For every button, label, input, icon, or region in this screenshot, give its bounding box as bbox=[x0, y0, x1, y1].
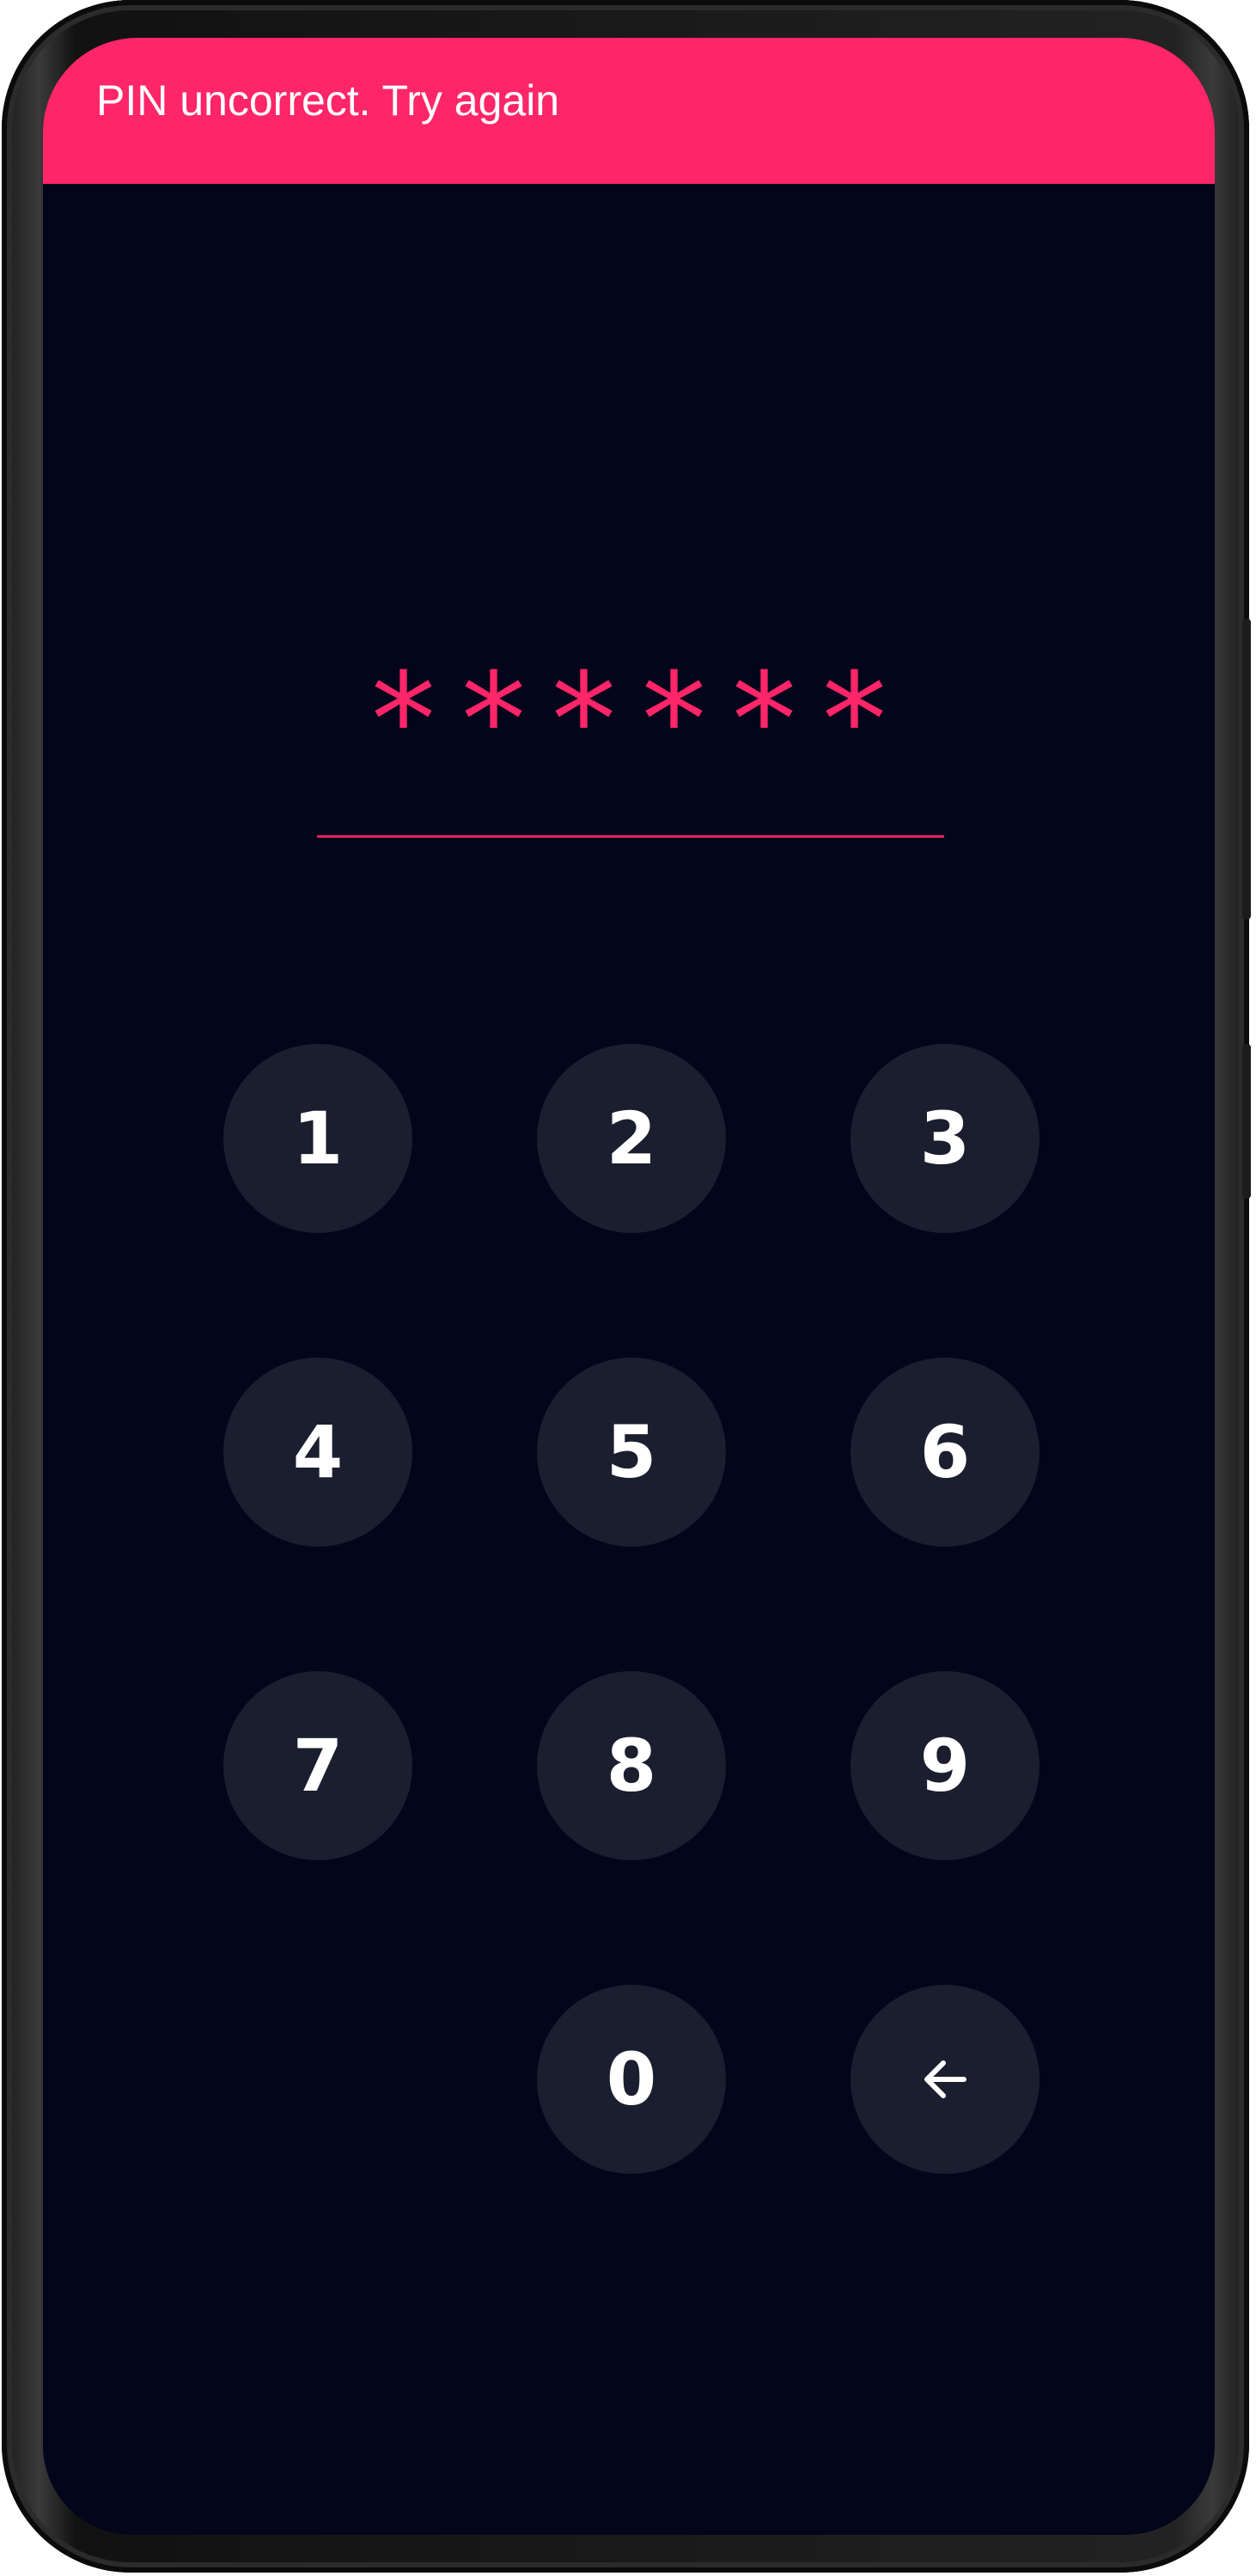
power-button bbox=[1242, 1044, 1251, 1199]
key-0-button[interactable]: 0 bbox=[537, 1985, 726, 2174]
key-2-button[interactable]: 2 bbox=[537, 1044, 726, 1233]
pin-input-display[interactable]: ****** bbox=[43, 656, 1215, 785]
key-4-button[interactable]: 4 bbox=[223, 1358, 412, 1547]
pin-screen: PIN uncorrect. Try again ****** 1 2 3 4 … bbox=[43, 38, 1215, 2535]
key-7-button[interactable]: 7 bbox=[223, 1671, 412, 1860]
error-snackbar: PIN uncorrect. Try again bbox=[43, 38, 1215, 184]
phone-frame: PIN uncorrect. Try again ****** 1 2 3 4 … bbox=[2, 0, 1251, 2573]
key-6-button[interactable]: 6 bbox=[851, 1358, 1040, 1547]
key-9-button[interactable]: 9 bbox=[851, 1671, 1040, 1860]
arrow-left-icon bbox=[918, 2052, 972, 2107]
pin-underline bbox=[317, 835, 944, 838]
error-message: PIN uncorrect. Try again bbox=[96, 76, 560, 125]
key-1-button[interactable]: 1 bbox=[223, 1044, 412, 1233]
backspace-button[interactable] bbox=[851, 1985, 1040, 2174]
key-8-button[interactable]: 8 bbox=[537, 1671, 726, 1860]
key-5-button[interactable]: 5 bbox=[537, 1358, 726, 1547]
volume-button bbox=[1242, 619, 1251, 919]
key-3-button[interactable]: 3 bbox=[851, 1044, 1040, 1233]
